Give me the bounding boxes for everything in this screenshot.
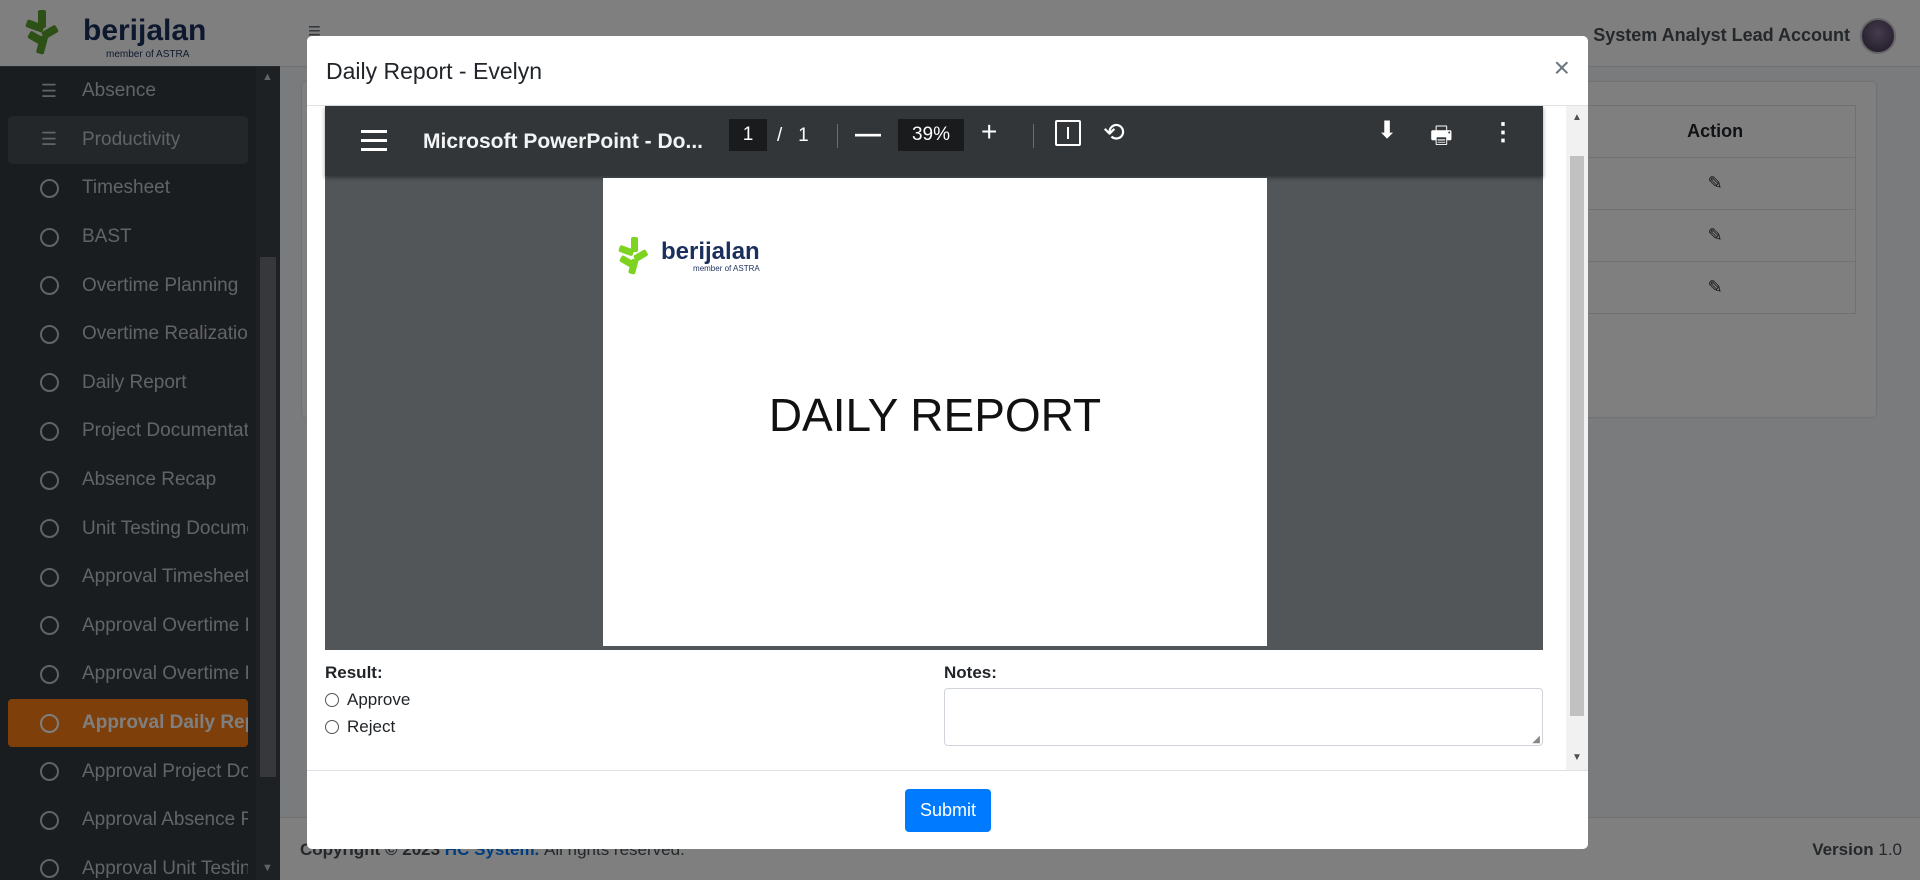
reject-radio[interactable]: Reject bbox=[325, 717, 395, 737]
berijalan-logo-icon bbox=[618, 237, 648, 275]
page-brand-name: berijalan bbox=[661, 238, 760, 265]
download-icon[interactable]: ⬇ bbox=[1377, 116, 1397, 145]
reject-label[interactable]: Reject bbox=[347, 717, 395, 737]
notes-label: Notes: bbox=[944, 663, 997, 682]
result-label: Result: bbox=[325, 663, 383, 682]
modal-body: Microsoft PowerPoint - Do... 1 / 1 — 39%… bbox=[307, 106, 1588, 770]
rotate-icon[interactable]: ⟲ bbox=[1103, 117, 1125, 148]
modal-scroll-thumb[interactable] bbox=[1570, 156, 1584, 716]
approve-radio[interactable]: Approve bbox=[325, 690, 410, 710]
pdf-file-title: Microsoft PowerPoint - Do... bbox=[423, 130, 704, 153]
radio-circle-icon[interactable] bbox=[325, 720, 339, 734]
notes-textarea[interactable] bbox=[944, 688, 1543, 746]
page-number-input[interactable]: 1 bbox=[729, 119, 767, 151]
daily-report-modal: Daily Report - Evelyn × Microsoft PowerP… bbox=[307, 36, 1588, 849]
modal-header: Daily Report - Evelyn × bbox=[307, 36, 1588, 106]
hamburger-menu-icon[interactable] bbox=[361, 130, 387, 157]
modal-scrollbar[interactable]: ▲ ▼ bbox=[1566, 106, 1588, 770]
pdf-toolbar: Microsoft PowerPoint - Do... 1 / 1 — 39%… bbox=[325, 106, 1543, 176]
page-heading: DAILY REPORT bbox=[768, 389, 1102, 441]
modal-title: Daily Report - Evelyn bbox=[326, 58, 543, 84]
scroll-down-icon[interactable]: ▼ bbox=[1572, 752, 1582, 763]
print-icon[interactable]: 🖶 bbox=[1430, 118, 1453, 159]
pdf-viewer[interactable]: Microsoft PowerPoint - Do... 1 / 1 — 39%… bbox=[325, 106, 1543, 650]
toolbar-divider bbox=[837, 124, 838, 148]
pdf-page: berijalan member of ASTRA DAILY REPORT bbox=[603, 178, 1267, 646]
zoom-input[interactable]: 39% bbox=[898, 119, 964, 151]
scroll-up-icon[interactable]: ▲ bbox=[1572, 112, 1582, 123]
zoom-in-icon[interactable]: + bbox=[981, 116, 997, 148]
page-brand-tagline: member of ASTRA bbox=[693, 264, 760, 273]
submit-button[interactable]: Submit bbox=[905, 789, 991, 832]
radio-circle-icon[interactable] bbox=[325, 693, 339, 707]
toolbar-divider bbox=[1033, 124, 1034, 148]
zoom-out-icon[interactable]: — bbox=[855, 118, 881, 149]
page-count: / 1 bbox=[777, 125, 809, 146]
close-icon[interactable]: × bbox=[1554, 52, 1570, 84]
more-options-icon[interactable]: ⋮ bbox=[1491, 118, 1515, 147]
page-logo: berijalan member of ASTRA bbox=[617, 236, 760, 276]
approve-label[interactable]: Approve bbox=[347, 690, 410, 710]
modal-footer: Submit bbox=[307, 770, 1588, 849]
fit-page-icon[interactable] bbox=[1055, 120, 1081, 146]
